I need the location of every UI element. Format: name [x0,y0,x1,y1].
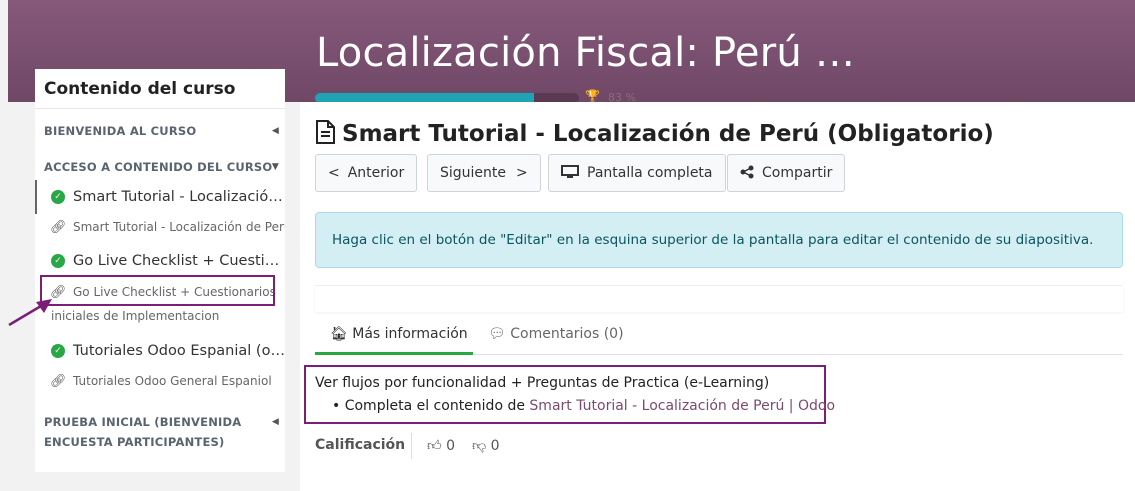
comments-icon: 💬︎ [488,326,506,342]
caret-down-icon: ▼ [271,162,279,172]
section-label: BIENVENIDA AL CURSO [44,124,197,138]
next-button[interactable]: Siguiente > [427,154,541,192]
document-icon [316,120,335,144]
sidebar-subitem-smart-tutorial[interactable]: 🔗︎ Smart Tutorial - Localización de Perú [35,220,285,234]
rating-divider [411,433,412,459]
annotation-arrow-icon [8,299,52,327]
sidebar-subitem-label: iniciales de Implementacion [51,309,220,323]
section-bienvenida[interactable]: BIENVENIDA AL CURSO ◀ [44,121,279,141]
edit-info-alert: Haga clic en el botón de "Editar" en la … [315,212,1123,268]
check-circle-icon: ✓ [51,344,65,358]
tab-more-info[interactable]: 🏠︎ Más información [315,326,473,342]
info-title: Ver flujos por funcionalidad + Preguntas… [315,375,770,391]
course-title: Localización Fiscal: Perú … [316,30,856,76]
like-count: 0 [446,438,456,454]
section-label: ACCESO A CONTENIDO DEL CURSO [44,160,273,174]
fullscreen-button[interactable]: Pantalla completa [548,154,726,192]
dislike-button[interactable]: 👎︎ 0 [472,437,500,454]
trophy-icon: 🏆 [585,89,600,103]
sidebar-item-smart-tutorial[interactable]: ✓ Smart Tutorial - Localización … [35,189,285,205]
section-acceso[interactable]: ACCESO A CONTENIDO DEL CURSO ▼ [44,157,279,177]
sidebar-subitem-label: Tutoriales Odoo General Espaniol [73,374,272,388]
sidebar-subitem-label: Smart Tutorial - Localización de Perú [73,220,285,234]
content-title-row: Smart Tutorial - Localización de Perú (O… [314,120,994,147]
like-button[interactable]: 👍︎ 0 [427,437,455,454]
thumbs-up-icon: 👍︎ [427,438,442,454]
info-bullet-link[interactable]: Smart Tutorial - Localización de Perú | … [529,398,835,414]
dislike-count: 0 [490,438,500,454]
desktop-icon [561,155,579,191]
content-title: Smart Tutorial - Localización de Perú (O… [342,121,994,147]
highlight-box-info [304,365,826,424]
sidebar-header: Contenido del curso [35,69,285,109]
section-label-line2: ENCUESTA PARTICIPANTES) [44,435,225,449]
info-bullet-prefix: Completa el contenido de [344,398,530,414]
section-prueba-inicial[interactable]: PRUEBA INICIAL (BIENVENIDA ENCUESTA PART… [44,412,279,452]
link-icon: 🔗︎ [50,374,67,388]
rating-label: Calificación [315,437,406,453]
sidebar-subitem-go-live-line2[interactable]: iniciales de Implementacion [35,309,285,323]
share-icon [740,155,754,191]
rating-row: Calificación 👍︎ 0 👎︎ 0 [315,433,500,459]
fullscreen-label: Pantalla completa [587,165,713,181]
share-button[interactable]: Compartir [727,154,846,192]
thumbs-down-icon: 👎︎ [472,438,487,454]
sidebar-item-tutoriales[interactable]: ✓ Tutoriales Odoo Espanial (op… [35,343,285,359]
sidebar-subitem-tutoriales[interactable]: 🔗︎ Tutoriales Odoo General Espaniol [35,374,285,388]
sidebar-item-go-live[interactable]: ✓ Go Live Checklist + Cuestiona… [35,253,285,269]
tab-comments[interactable]: 💬︎ Comentarios (0) [488,326,624,342]
highlight-box-sidebar [40,275,275,306]
share-label: Compartir [762,165,833,181]
chevron-left-icon: < [328,165,340,181]
caret-left-icon: ◀ [271,417,279,427]
check-circle-icon: ✓ [51,190,65,204]
section-label: PRUEBA INICIAL (BIENVENIDA [44,415,242,429]
tab-label: Comentarios (0) [510,326,624,342]
check-circle-icon: ✓ [51,254,65,268]
home-icon: 🏠︎ [330,326,348,342]
info-bullet: • Completa el contenido de Smart Tutoria… [332,398,836,414]
tab-label: Más información [352,326,468,342]
next-label: Siguiente [440,165,507,181]
chevron-right-icon: > [516,165,528,181]
active-tab-underline [315,352,473,355]
sidebar-item-label: Go Live Checklist + Cuestiona… [73,253,285,269]
previous-label: Anterior [347,165,405,181]
slide-content-box [315,285,1123,312]
sidebar-item-label: Tutoriales Odoo Espanial (op… [73,343,285,359]
link-icon: 🔗︎ [50,220,67,234]
sidebar-item-label: Smart Tutorial - Localización … [73,189,285,205]
previous-button[interactable]: < Anterior [315,154,418,192]
caret-left-icon: ◀ [271,126,279,136]
course-sidebar: Contenido del curso BIENVENIDA AL CURSO … [35,69,285,472]
